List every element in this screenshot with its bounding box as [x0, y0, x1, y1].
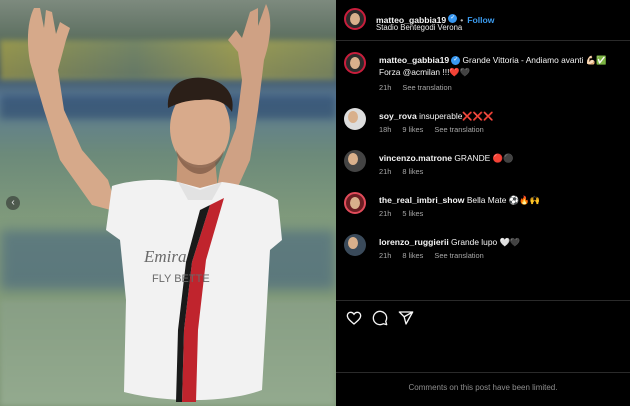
comment-text: Grande lupo 🤍🖤 [451, 237, 521, 247]
post-header: matteo_gabbia19 ✓ • Follow Stadio Bentegodi… [344, 6, 624, 38]
post-panel: matteo_gabbia19 ✓ • Follow Stadio Bentegodi… [336, 0, 630, 406]
comment-time: 21h [379, 167, 392, 176]
see-translation-link[interactable]: See translation [434, 251, 483, 260]
comment-time: 21h [379, 251, 392, 260]
comment-username[interactable]: vincenzo.matrone [379, 153, 452, 163]
comment-meta: 21h 5 likes [379, 209, 432, 218]
commenter-avatar[interactable] [344, 192, 366, 214]
svg-text:FLY BETTE: FLY BETTE [152, 273, 210, 285]
actions-divider [336, 300, 630, 301]
comments-limited-notice: Comments on this post have been limited. [408, 383, 558, 392]
carousel-prev-button[interactable]: ‹ [6, 196, 20, 210]
caption-time: 21h [379, 83, 392, 92]
share-icon[interactable] [398, 310, 414, 326]
post-actions [346, 310, 436, 330]
comment-likes[interactable]: 5 likes [402, 209, 423, 218]
commenter-avatar[interactable] [344, 108, 366, 130]
author-avatar[interactable] [344, 8, 366, 30]
comment-icon[interactable] [372, 310, 388, 326]
comment-likes[interactable]: 8 likes [402, 167, 423, 176]
comment-username[interactable]: the_real_imbri_show [379, 195, 465, 205]
comment-meta: 21h 8 likes [379, 167, 432, 176]
comment-meta: 18h 9 likes See translation [379, 125, 493, 134]
see-translation-link[interactable]: See translation [402, 83, 451, 92]
player-figure: Emira FLY BETTE [27, 4, 282, 402]
caption-username[interactable]: matteo_gabbia19 [379, 55, 449, 65]
comment-text-block: the_real_imbri_show Bella Mate ⚽🔥🙌 [379, 194, 624, 206]
heart-icon[interactable] [346, 310, 362, 326]
comment-username[interactable]: lorenzo_ruggierii [379, 237, 449, 247]
comment-text: insuperable❌❌❌ [419, 111, 494, 121]
follow-button[interactable]: Follow [467, 15, 494, 25]
verified-icon: ✓ [448, 14, 458, 24]
comment-likes[interactable]: 8 likes [402, 251, 423, 260]
comment-text-block: vincenzo.matrone GRANDE 🔴⚫ [379, 152, 624, 164]
comment-username[interactable]: soy_rova [379, 111, 417, 121]
comment-item: vincenzo.matrone GRANDE 🔴⚫ 21h 8 likes [344, 150, 624, 180]
comment-meta: 21h 8 likes See translation [379, 251, 493, 260]
comment-item: soy_rova insuperable❌❌❌ 18h 9 likes See … [344, 108, 624, 138]
caption-meta: 21h See translation [379, 83, 461, 92]
location-link[interactable]: Stadio Bentegodi Verona [376, 23, 462, 32]
verified-icon: ✓ [451, 56, 461, 66]
commenter-avatar[interactable] [344, 234, 366, 256]
comment-text-block: soy_rova insuperable❌❌❌ [379, 110, 624, 122]
comment-item: the_real_imbri_show Bella Mate ⚽🔥🙌 21h 5… [344, 192, 624, 222]
caption-text-block: matteo_gabbia19 ✓ Grande Vittoria - Andia… [379, 54, 624, 78]
post-photo[interactable]: Emira FLY BETTE ‹ [0, 0, 336, 406]
comment-text: Bella Mate ⚽🔥🙌 [466, 195, 541, 205]
comment-item: lorenzo_ruggierii Grande lupo 🤍🖤 21h 8 l… [344, 234, 624, 264]
comment-text: GRANDE 🔴⚫ [454, 153, 514, 163]
comment-time: 18h [379, 125, 392, 134]
caption-avatar[interactable] [344, 52, 366, 74]
footer-divider [336, 372, 630, 373]
comment-likes[interactable]: 9 likes [402, 125, 423, 134]
caption: matteo_gabbia19 ✓ Grande Vittoria - Andia… [344, 52, 624, 92]
header-divider [336, 40, 630, 41]
svg-text:Emira: Emira [143, 247, 187, 266]
see-translation-link[interactable]: See translation [434, 125, 483, 134]
commenter-avatar[interactable] [344, 150, 366, 172]
comment-text-block: lorenzo_ruggierii Grande lupo 🤍🖤 [379, 236, 624, 248]
comment-time: 21h [379, 209, 392, 218]
